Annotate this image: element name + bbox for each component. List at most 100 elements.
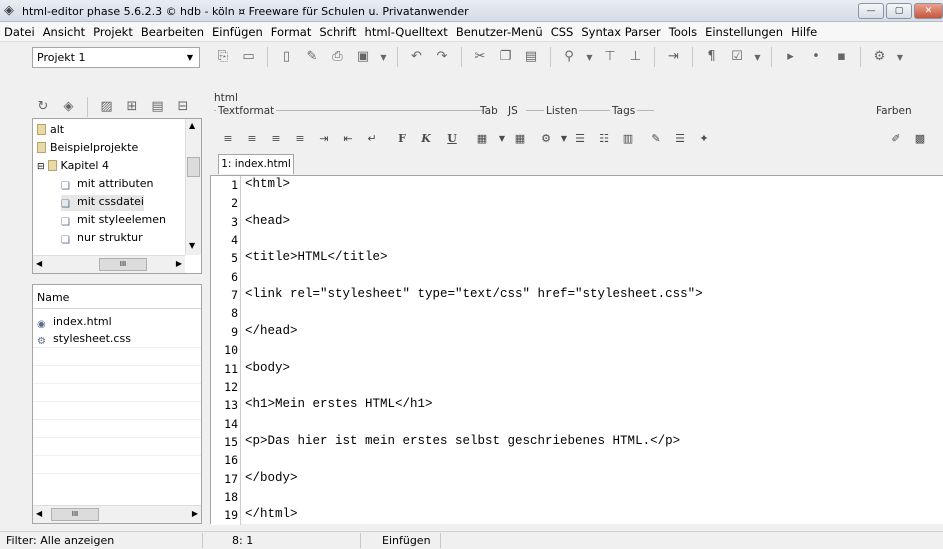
column-header-name[interactable]: Name <box>33 285 201 309</box>
stop-icon[interactable]: ▪ <box>831 46 853 68</box>
paste-icon[interactable]: ▤ <box>520 46 542 68</box>
menu-item-0[interactable]: Datei <box>0 22 39 42</box>
checkbox-icon[interactable]: ☑ <box>726 46 748 68</box>
definition-list-icon[interactable]: ▥ <box>618 130 638 148</box>
indent-icon[interactable]: ⇥ <box>314 130 334 148</box>
tree-icon[interactable]: ⊞ <box>121 96 143 118</box>
details-icon[interactable]: ⊟ <box>172 96 194 118</box>
block-icon[interactable]: ▦ <box>472 130 492 148</box>
code-editor[interactable]: 1 2 3 4 5 6 7 8 9 10 11 12 13 14 15 16 17 18 19 <html> <hea… <box>210 175 943 525</box>
table-icon[interactable]: ▦ <box>510 130 530 148</box>
minimize-button[interactable]: — <box>858 3 884 19</box>
align-center-icon[interactable]: ≡ <box>242 130 262 148</box>
menu-item-9[interactable]: CSS <box>547 22 578 42</box>
tag-up-icon[interactable]: ⊥ <box>625 46 647 68</box>
menu-item-2[interactable]: Projekt <box>89 22 137 42</box>
justify-icon[interactable]: ≡ <box>290 130 310 148</box>
files-horizontal-scrollbar[interactable]: ◀ III ▶ <box>33 505 201 523</box>
list-item[interactable]: ⚙ stylesheet.css <box>37 332 131 348</box>
underline-button[interactable]: U <box>442 130 462 148</box>
scroll-right-icon[interactable]: ▶ <box>176 259 182 268</box>
file-list[interactable]: Name ◉ index.html ⚙ stylesheet.css ◀ III ▶ <box>32 284 202 524</box>
scroll-down-icon[interactable]: ▼ <box>189 241 195 250</box>
paragraph-icon[interactable]: ¶ <box>701 46 723 68</box>
tree-item-selected[interactable]: ❏ mit cssdatei <box>61 195 144 211</box>
settings-icon[interactable]: ⚙ <box>869 46 891 68</box>
play-icon[interactable]: ▸ <box>780 46 802 68</box>
code-line[interactable]: <head> <box>245 214 290 228</box>
scroll-up-icon[interactable]: ▲ <box>189 121 195 130</box>
unordered-list-icon[interactable]: ☰ <box>570 130 590 148</box>
scroll-left-icon[interactable]: ◀ <box>36 259 42 268</box>
insert-icon[interactable]: ⇥ <box>663 46 685 68</box>
scroll-thumb[interactable] <box>187 157 200 177</box>
menu-item-10[interactable]: Syntax Parser <box>577 22 664 42</box>
list-item[interactable]: ◉ index.html <box>37 315 112 331</box>
menu-item-7[interactable]: html-Quelltext <box>361 22 452 42</box>
color-picker-icon[interactable]: ✐ <box>886 130 906 148</box>
menu-item-13[interactable]: Hilfe <box>787 22 821 42</box>
scroll-right-icon[interactable]: ▶ <box>192 509 198 518</box>
refresh-icon[interactable]: ↻ <box>32 96 54 118</box>
align-right-icon[interactable]: ≡ <box>266 130 286 148</box>
maximize-button[interactable]: ▢ <box>886 3 912 19</box>
tag-down-icon[interactable]: ⊤ <box>599 46 621 68</box>
new-file-icon[interactable]: ▯ <box>276 46 298 68</box>
tree-item[interactable]: ⊟ Kapitel 4 <box>37 159 109 172</box>
cut-icon[interactable]: ✂ <box>469 46 491 68</box>
menu-item-8[interactable]: Benutzer-Menü <box>452 22 547 42</box>
project-tree[interactable]: alt Beispielprojekte ⊟ Kapitel 4 ❏ mit att… <box>32 118 202 274</box>
tree-item[interactable]: ❏ nur struktur <box>61 231 143 247</box>
copy-icon[interactable]: ❐ <box>495 46 517 68</box>
tree-item[interactable]: ❏ mit styleelemen <box>61 213 166 229</box>
scroll-left-icon[interactable]: ◀ <box>36 509 42 518</box>
list-icon[interactable]: ▤ <box>147 96 169 118</box>
menu-item-4[interactable]: Einfügen <box>208 22 267 42</box>
menu-item-6[interactable]: Schrift <box>315 22 360 42</box>
menu-item-3[interactable]: Bearbeiten <box>137 22 208 42</box>
chevron-down-icon[interactable]: ▼ <box>378 47 390 69</box>
tree-item[interactable]: Beispielprojekte <box>37 141 138 154</box>
palette-icon[interactable]: ▩ <box>910 130 930 148</box>
tag-edit-icon[interactable]: ✎ <box>646 130 666 148</box>
menu-item-5[interactable]: Format <box>267 22 316 42</box>
menu-item-11[interactable]: Tools <box>665 22 701 42</box>
code-line[interactable]: </html> <box>245 507 298 521</box>
outdent-icon[interactable]: ⇤ <box>338 130 358 148</box>
window-icon[interactable]: ▭ <box>238 46 260 68</box>
code-line[interactable]: </head> <box>245 324 298 338</box>
tree-item[interactable]: ❏ mit attributen <box>61 177 154 193</box>
image-icon[interactable]: ▨ <box>96 96 118 118</box>
align-left-icon[interactable]: ≡ <box>218 130 238 148</box>
collapse-icon[interactable]: ⊟ <box>37 162 45 172</box>
tag-insert-icon[interactable]: ✦ <box>694 130 714 148</box>
code-line[interactable]: <html> <box>245 177 290 191</box>
tag-list-icon[interactable]: ☰ <box>670 130 690 148</box>
reopen-icon[interactable]: ⎙ <box>327 46 349 68</box>
app-icon[interactable]: ◈ <box>58 96 80 118</box>
open-file-icon[interactable]: ✎ <box>301 46 323 68</box>
bold-button[interactable]: F <box>392 130 412 148</box>
scroll-thumb[interactable]: III <box>51 508 99 521</box>
ordered-list-icon[interactable]: ☷ <box>594 130 614 148</box>
find-icon[interactable]: ⎘ <box>212 46 234 68</box>
italic-button[interactable]: K <box>416 130 436 148</box>
search-icon[interactable]: ⚲ <box>558 46 580 68</box>
chevron-down-icon[interactable]: ▼ <box>584 47 596 69</box>
close-button[interactable]: ✕ <box>914 3 943 19</box>
code-line[interactable]: <link rel="stylesheet" type="text/css" h… <box>245 287 703 301</box>
tab-index-html[interactable]: 1: index.html <box>218 154 294 174</box>
tree-horizontal-scrollbar[interactable]: ◀ III ▶ <box>33 255 185 273</box>
menu-item-12[interactable]: Einstellungen <box>701 22 787 42</box>
code-line[interactable]: <title>HTML</title> <box>245 250 388 264</box>
redo-icon[interactable]: ↷ <box>431 46 453 68</box>
menu-item-1[interactable]: Ansicht <box>39 22 89 42</box>
code-line[interactable]: </body> <box>245 471 298 485</box>
chevron-down-icon[interactable]: ▼ <box>894 47 906 69</box>
tree-item[interactable]: alt <box>37 123 64 136</box>
scroll-thumb[interactable]: III <box>99 258 147 271</box>
record-icon[interactable]: • <box>805 46 827 68</box>
chevron-down-icon[interactable]: ▼ <box>492 130 512 148</box>
tree-vertical-scrollbar[interactable]: ▲ ▼ <box>185 119 201 255</box>
chevron-down-icon[interactable]: ▼ <box>752 47 764 69</box>
